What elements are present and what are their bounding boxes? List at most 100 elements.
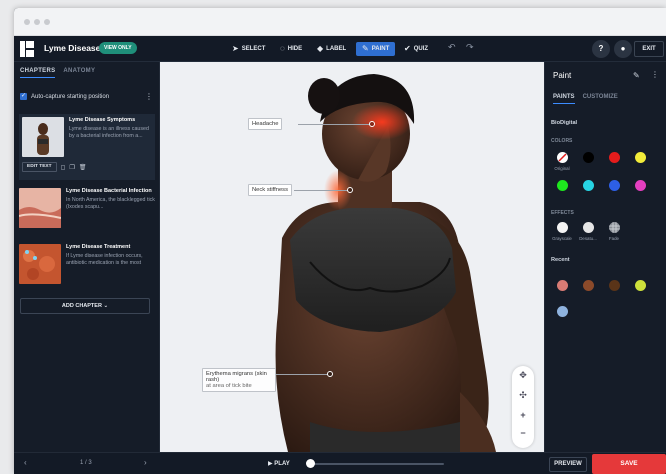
autocapture-row[interactable]: ✓ Auto-capture starting position <box>20 93 109 100</box>
chapter-title: Lyme Disease Symptoms <box>69 117 136 123</box>
chapter-item-bacterial-infection[interactable]: Lyme Disease Bacterial Infection In Nort… <box>19 188 155 228</box>
hide-tool-label: HIDE <box>287 46 303 52</box>
effect-grayscale[interactable] <box>557 222 568 233</box>
recent-swatch[interactable] <box>557 280 568 291</box>
tab-customize[interactable]: CUSTOMIZE <box>583 94 618 104</box>
eye-off-icon: ◌ <box>280 44 285 53</box>
zoom-out-icon[interactable]: − <box>512 428 534 438</box>
chevron-right-icon[interactable]: › <box>144 458 147 467</box>
window-dot <box>44 19 50 25</box>
label-pin-dot[interactable] <box>327 371 333 377</box>
colors-heading: COLORS <box>551 138 573 144</box>
paint-tabs: PAINTS CUSTOMIZE <box>553 94 618 104</box>
exit-button[interactable]: EXIT <box>634 41 664 57</box>
tab-paints[interactable]: PAINTS <box>553 94 575 104</box>
view-controls: ✥ ✣ + − <box>512 366 534 448</box>
recent-swatch[interactable] <box>583 280 594 291</box>
square-icon[interactable]: ◻ <box>61 164 66 171</box>
orbit-icon[interactable]: ✣ <box>512 390 534 401</box>
label-neck-stiffness[interactable]: Neck stiffness <box>248 184 292 196</box>
recent-heading: Recent <box>551 257 570 263</box>
edit-text-button[interactable]: EDIT TEXT <box>22 162 57 172</box>
swatch-red[interactable] <box>609 152 620 163</box>
trash-icon[interactable]: 🗑 <box>79 164 87 171</box>
window-dot <box>24 19 30 25</box>
swatch-blue[interactable] <box>609 180 620 191</box>
more-options-icon[interactable]: ⋮ <box>145 92 153 101</box>
play-icon: ▶ <box>268 461 273 467</box>
swatch-yellow[interactable] <box>635 152 646 163</box>
hide-tool-button[interactable]: ◌ HIDE <box>280 42 302 56</box>
paint-panel-title: Paint <box>553 71 572 80</box>
recent-swatch[interactable] <box>609 280 620 291</box>
label-subtitle: at area of tick bite <box>206 383 252 389</box>
quiz-tool-button[interactable]: ✔ QUIZ <box>404 42 428 56</box>
chapter-title: Lyme Disease Treatment <box>66 244 131 250</box>
label-headache[interactable]: Headache <box>248 118 283 130</box>
label-pin-dot[interactable] <box>369 121 375 127</box>
help-button[interactable]: ? <box>592 40 610 58</box>
chapter-edit-row: EDIT TEXT ◻ ❐ 🗑 <box>22 162 87 172</box>
label-erythema-migrans[interactable]: Erythema migrans (skin rash) at area of … <box>202 368 276 392</box>
label-leader-line <box>294 190 348 191</box>
pencil-icon[interactable]: ✎ <box>633 71 640 80</box>
swatch-black[interactable] <box>583 152 594 163</box>
window-dot <box>34 19 40 25</box>
undo-icon[interactable]: ↶ <box>448 42 456 53</box>
check-icon: ✔ <box>404 44 411 53</box>
copy-icon[interactable]: ❐ <box>70 164 75 171</box>
chapter-description: Lyme disease is an illness caused by a b… <box>69 126 149 139</box>
left-tabs: CHAPTERS ANATOMY <box>20 68 95 78</box>
effect-fade[interactable] <box>609 222 620 233</box>
3d-viewer[interactable]: Headache Neck stiffness Erythema migrans… <box>160 62 544 452</box>
bottom-bar: ‹ 1 / 3 › ▶ PLAY PREVIEW SAVE <box>14 452 666 474</box>
chapter-item-treatment[interactable]: Lyme Disease Treatment If Lyme disease i… <box>19 244 155 284</box>
redo-icon[interactable]: ↷ <box>466 42 474 53</box>
effect-desaturate[interactable] <box>583 222 594 233</box>
top-toolbar: Lyme Disease VIEW ONLY ➤ SELECT ◌ HIDE ◆… <box>14 36 666 62</box>
add-chapter-label: ADD CHAPTER <box>61 303 102 309</box>
chapter-thumbnail <box>19 244 61 284</box>
autocapture-checkbox[interactable]: ✓ <box>20 93 27 100</box>
label-leader-line <box>276 374 328 375</box>
select-tool-button[interactable]: ➤ SELECT <box>232 42 265 56</box>
label-tool-button[interactable]: ◆ LABEL <box>317 42 346 56</box>
brand-heading: BioDigital <box>551 120 578 126</box>
swatch-original[interactable] <box>557 152 568 163</box>
swatch-magenta[interactable] <box>635 180 646 191</box>
effect-label: Desatu... <box>579 236 597 241</box>
effect-label: Fade <box>608 236 619 241</box>
effect-label: Grayscale <box>552 236 572 241</box>
preview-button[interactable]: PREVIEW <box>549 457 587 472</box>
play-button[interactable]: ▶ PLAY <box>268 460 290 467</box>
recent-swatch[interactable] <box>635 280 646 291</box>
timeline-handle[interactable] <box>306 459 315 468</box>
biodigital-logo-icon[interactable] <box>20 41 34 57</box>
tab-anatomy[interactable]: ANATOMY <box>63 68 95 78</box>
chapter-description: If Lyme disease infection occurs, antibi… <box>66 253 143 266</box>
move-icon[interactable]: ✥ <box>512 370 534 381</box>
add-chapter-button[interactable]: ADD CHAPTER ⌄ <box>20 298 150 314</box>
tab-chapters[interactable]: CHAPTERS <box>20 68 56 78</box>
swatch-cyan[interactable] <box>583 180 594 191</box>
timeline-track[interactable] <box>310 463 444 465</box>
select-tool-label: SELECT <box>241 46 266 52</box>
play-label: PLAY <box>274 461 290 467</box>
user-icon[interactable]: ● <box>614 40 632 58</box>
app-window: Lyme Disease VIEW ONLY ➤ SELECT ◌ HIDE ◆… <box>14 8 666 474</box>
effects-heading: EFFECTS <box>551 210 574 216</box>
chapter-title: Lyme Disease Bacterial Infection <box>66 188 152 194</box>
brush-icon: ✎ <box>362 44 369 53</box>
save-button[interactable]: SAVE <box>592 454 666 474</box>
chevron-left-icon[interactable]: ‹ <box>24 458 27 467</box>
view-only-badge[interactable]: VIEW ONLY <box>99 42 137 54</box>
paint-tool-button[interactable]: ✎ PAINT <box>356 42 396 56</box>
swatch-green[interactable] <box>557 180 568 191</box>
label-pin-dot[interactable] <box>347 187 353 193</box>
anatomy-model[interactable] <box>160 62 544 452</box>
more-options-icon[interactable]: ⋮ <box>651 70 659 79</box>
recent-swatch[interactable] <box>557 306 568 317</box>
chapter-thumbnail <box>22 117 64 157</box>
zoom-in-icon[interactable]: + <box>512 410 534 420</box>
chapters-panel: CHAPTERS ANATOMY ✓ Auto-capture starting… <box>14 62 160 452</box>
